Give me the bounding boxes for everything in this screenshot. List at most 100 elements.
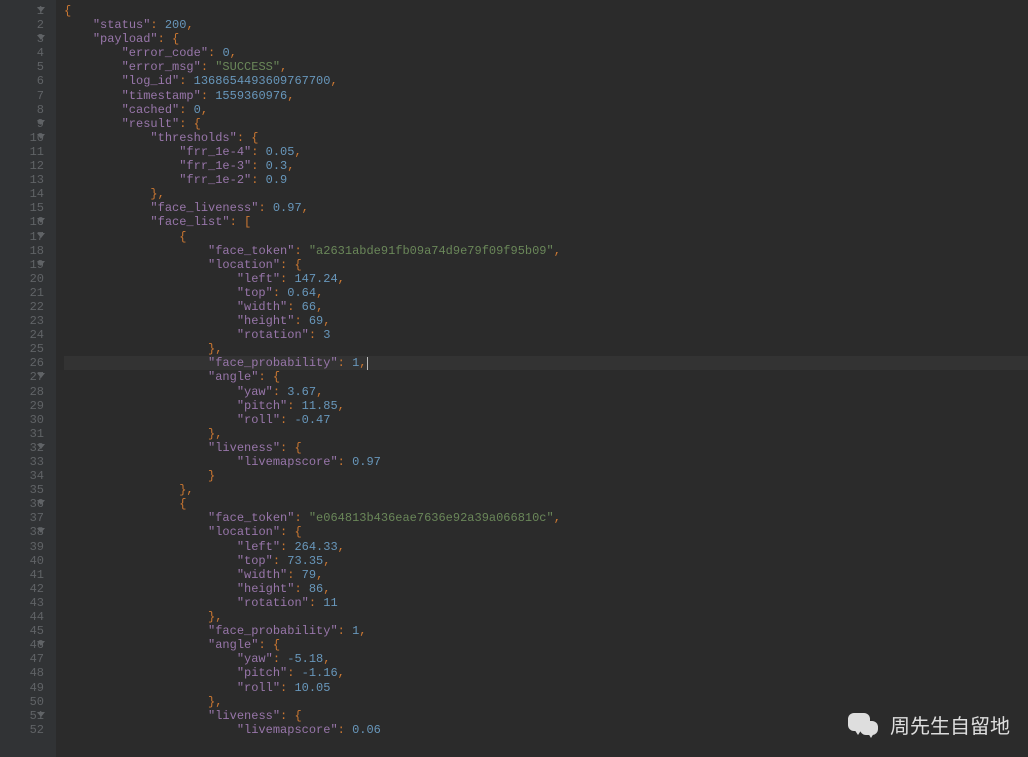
code-area[interactable]: { "status": 200, "payload": { "error_cod… [56,0,1028,757]
code-line[interactable]: "yaw": -5.18, [64,652,1028,666]
line-number[interactable]: 8 [0,103,44,117]
fold-toggle-icon[interactable] [37,120,45,125]
code-line[interactable]: { [64,497,1028,511]
fold-toggle-icon[interactable] [37,641,45,646]
code-line[interactable]: "height": 86, [64,582,1028,596]
code-line[interactable]: "face_liveness": 0.97, [64,201,1028,215]
line-number[interactable]: 21 [0,286,44,300]
fold-toggle-icon[interactable] [37,373,45,378]
fold-toggle-icon[interactable] [37,218,45,223]
line-number[interactable]: 2 [0,18,44,32]
code-line[interactable]: "error_code": 0, [64,46,1028,60]
line-number[interactable]: 50 [0,695,44,709]
code-line[interactable]: }, [64,695,1028,709]
line-number[interactable]: 34 [0,469,44,483]
line-number[interactable]: 7 [0,89,44,103]
code-line[interactable]: "face_token": "e064813b436eae7636e92a39a… [64,511,1028,525]
line-number[interactable]: 48 [0,666,44,680]
line-number[interactable]: 31 [0,427,44,441]
code-line[interactable]: "left": 147.24, [64,272,1028,286]
code-line[interactable]: "status": 200, [64,18,1028,32]
fold-toggle-icon[interactable] [37,261,45,266]
line-number[interactable]: 6 [0,74,44,88]
code-line[interactable]: "yaw": 3.67, [64,385,1028,399]
line-number[interactable]: 30 [0,413,44,427]
code-line[interactable]: "left": 264.33, [64,540,1028,554]
line-number[interactable]: 26 [0,356,44,370]
line-number[interactable]: 44 [0,610,44,624]
code-line[interactable]: "face_probability": 1, [64,624,1028,638]
code-line[interactable]: "rotation": 11 [64,596,1028,610]
line-number[interactable]: 14 [0,187,44,201]
code-line[interactable]: "face_token": "a2631abde91fb09a74d9e79f0… [64,244,1028,258]
code-line[interactable]: "angle": { [64,370,1028,384]
code-line[interactable]: "result": { [64,117,1028,131]
fold-toggle-icon[interactable] [37,500,45,505]
line-number[interactable]: 18 [0,244,44,258]
line-number[interactable]: 25 [0,342,44,356]
code-line[interactable]: "timestamp": 1559360976, [64,89,1028,103]
code-line[interactable]: "face_list": [ [64,215,1028,229]
line-number[interactable]: 13 [0,173,44,187]
fold-toggle-icon[interactable] [37,35,45,40]
line-number[interactable]: 29 [0,399,44,413]
line-number[interactable]: 1 [0,4,44,18]
line-number[interactable]: 27 [0,370,44,384]
line-number[interactable]: 17 [0,230,44,244]
code-line[interactable]: }, [64,342,1028,356]
line-number[interactable]: 42 [0,582,44,596]
line-number[interactable]: 49 [0,681,44,695]
code-line[interactable]: "roll": -0.47 [64,413,1028,427]
line-number[interactable]: 5 [0,60,44,74]
code-line[interactable]: "face_probability": 1, [64,356,1028,370]
code-line[interactable]: "top": 0.64, [64,286,1028,300]
code-line[interactable]: "frr_1e-2": 0.9 [64,173,1028,187]
line-number[interactable]: 19 [0,258,44,272]
code-line[interactable]: { [64,230,1028,244]
line-number[interactable]: 43 [0,596,44,610]
line-number[interactable]: 15 [0,201,44,215]
code-line[interactable]: }, [64,610,1028,624]
line-number[interactable]: 16 [0,215,44,229]
line-number[interactable]: 52 [0,723,44,737]
code-line[interactable]: "pitch": -1.16, [64,666,1028,680]
line-number[interactable]: 47 [0,652,44,666]
code-line[interactable]: "roll": 10.05 [64,681,1028,695]
line-number[interactable]: 28 [0,385,44,399]
fold-toggle-icon[interactable] [37,528,45,533]
code-line[interactable]: "height": 69, [64,314,1028,328]
code-line[interactable]: "error_msg": "SUCCESS", [64,60,1028,74]
code-line[interactable]: "rotation": 3 [64,328,1028,342]
line-number[interactable]: 39 [0,540,44,554]
line-number[interactable]: 24 [0,328,44,342]
code-line[interactable]: "location": { [64,258,1028,272]
code-line[interactable]: "frr_1e-4": 0.05, [64,145,1028,159]
line-number[interactable]: 11 [0,145,44,159]
code-line[interactable]: { [64,4,1028,18]
line-number[interactable]: 51 [0,709,44,723]
line-number[interactable]: 46 [0,638,44,652]
line-number[interactable]: 41 [0,568,44,582]
fold-toggle-icon[interactable] [37,712,45,717]
line-number[interactable]: 40 [0,554,44,568]
line-number[interactable]: 35 [0,483,44,497]
line-number[interactable]: 33 [0,455,44,469]
line-number[interactable]: 10 [0,131,44,145]
fold-toggle-icon[interactable] [37,444,45,449]
line-number[interactable]: 4 [0,46,44,60]
code-line[interactable]: "log_id": 1368654493609767700, [64,74,1028,88]
line-number[interactable]: 22 [0,300,44,314]
code-line[interactable]: }, [64,483,1028,497]
code-line[interactable]: "width": 79, [64,568,1028,582]
code-line[interactable]: "width": 66, [64,300,1028,314]
code-line[interactable]: "thresholds": { [64,131,1028,145]
code-line[interactable]: "frr_1e-3": 0.3, [64,159,1028,173]
line-number[interactable]: 32 [0,441,44,455]
fold-toggle-icon[interactable] [37,7,45,12]
line-number[interactable]: 3 [0,32,44,46]
code-line[interactable]: "pitch": 11.85, [64,399,1028,413]
line-number[interactable]: 9 [0,117,44,131]
code-line[interactable]: }, [64,187,1028,201]
code-line[interactable]: "payload": { [64,32,1028,46]
line-number[interactable]: 37 [0,511,44,525]
